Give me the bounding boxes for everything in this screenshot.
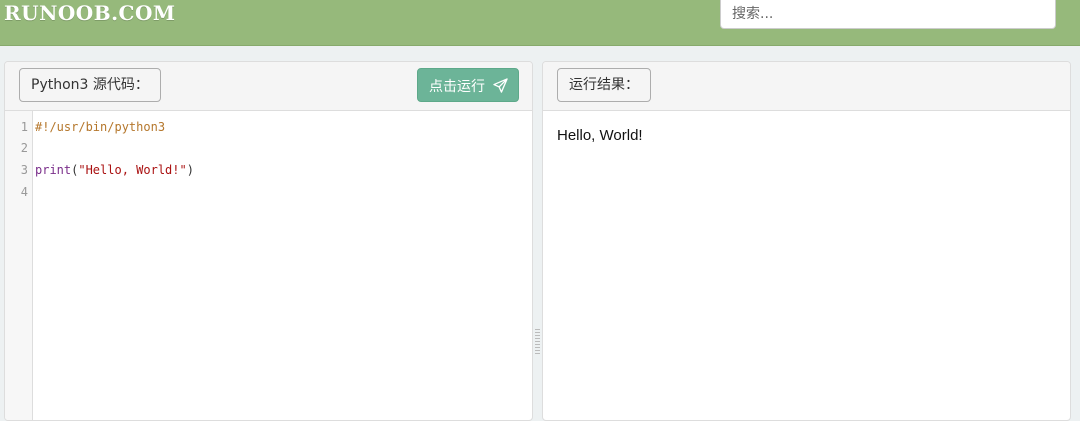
top-header: RUNOOB.COM bbox=[0, 0, 1080, 46]
search-input[interactable] bbox=[720, 0, 1056, 29]
result-panel-header: 运行结果： bbox=[543, 62, 1070, 111]
run-button-label: 点击运行 bbox=[429, 78, 485, 94]
code-editor[interactable]: 1 2 3 4 #!/usr/bin/python3 print("Hello,… bbox=[5, 111, 532, 420]
line-number: 3 bbox=[20, 163, 28, 177]
code-editor-panel: Python3 源代码： 点击运行 1 2 3 4 #!/usr/bin/pyt… bbox=[4, 61, 533, 421]
code-line-shebang[interactable]: #!/usr/bin/python3 bbox=[35, 120, 165, 134]
send-icon bbox=[493, 78, 508, 93]
panel-resize-handle[interactable] bbox=[534, 327, 541, 357]
editor-panel-header: Python3 源代码： 点击运行 bbox=[5, 62, 532, 111]
program-output: Hello, World! bbox=[557, 127, 643, 144]
code-token-string: "Hello, World!" bbox=[78, 163, 187, 177]
code-line-print[interactable]: print("Hello, World!") bbox=[35, 163, 194, 177]
run-button[interactable]: 点击运行 bbox=[417, 68, 519, 102]
line-number-gutter: 1 2 3 4 bbox=[5, 111, 33, 420]
code-token-paren: ) bbox=[186, 163, 194, 177]
code-token-function: print bbox=[35, 163, 72, 177]
result-panel: 运行结果： Hello, World! bbox=[542, 61, 1071, 421]
site-logo[interactable]: RUNOOB.COM bbox=[4, 1, 176, 25]
line-number: 4 bbox=[20, 185, 28, 199]
result-label: 运行结果： bbox=[557, 68, 651, 102]
editor-language-label: Python3 源代码： bbox=[19, 68, 161, 102]
line-number: 2 bbox=[20, 141, 28, 155]
line-number: 1 bbox=[20, 120, 28, 134]
